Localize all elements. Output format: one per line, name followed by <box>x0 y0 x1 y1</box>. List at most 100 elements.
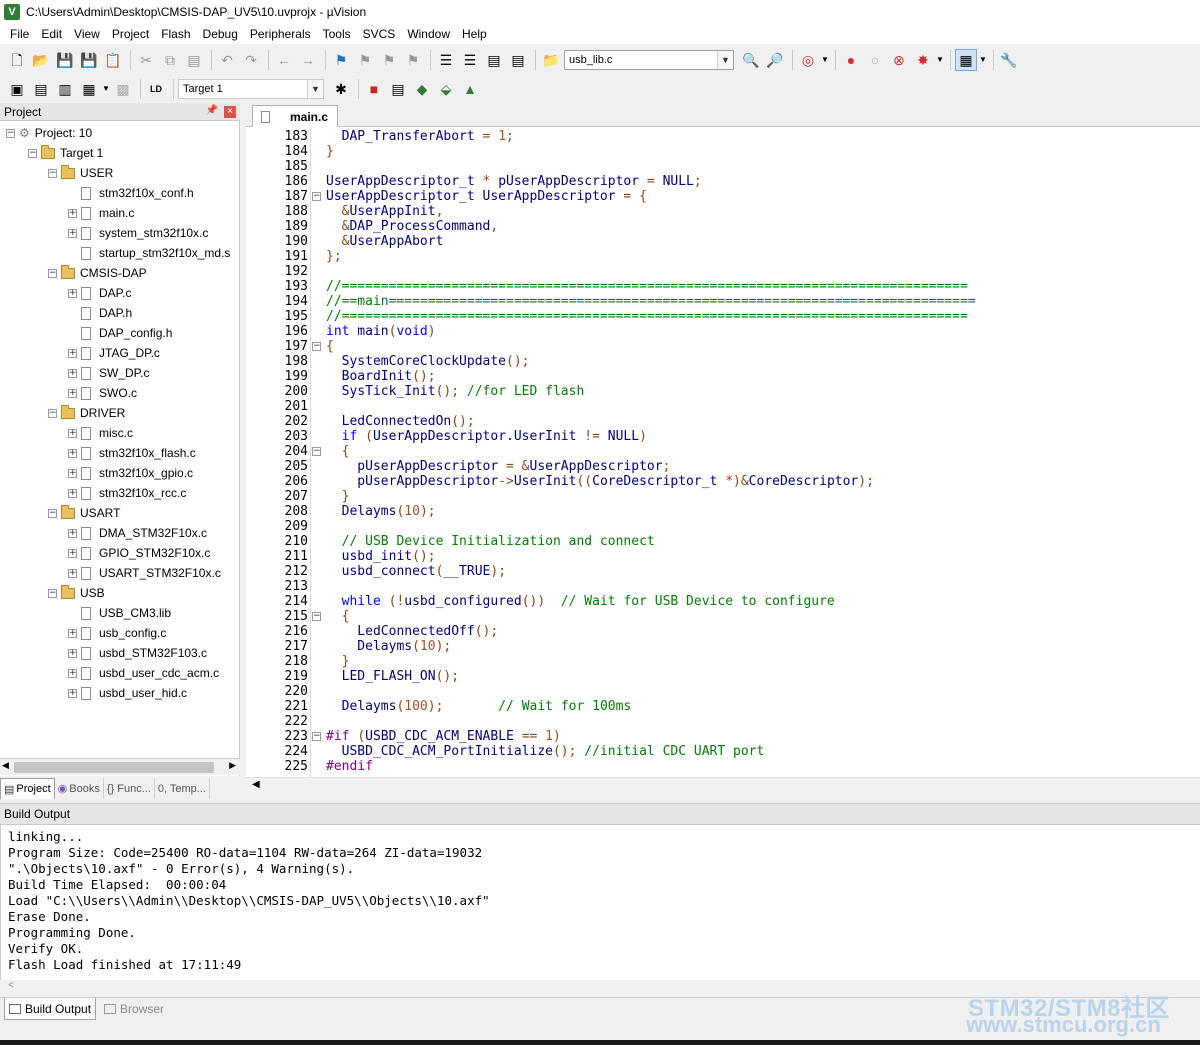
fold-toggle-icon[interactable]: − <box>312 732 321 741</box>
tree-item[interactable]: DAP_config.h <box>68 323 172 343</box>
tree-item[interactable]: − CMSIS-DAP <box>48 263 147 283</box>
tab-browser[interactable]: Browser <box>100 998 168 1020</box>
tree-item[interactable]: − Target 1 <box>28 143 103 163</box>
tree-item[interactable]: + USART_STM32F10x.c <box>68 563 221 583</box>
run-time-env-icon[interactable]: ◆ <box>411 78 433 100</box>
expand-icon[interactable]: + <box>68 368 77 378</box>
tab-functions[interactable]: {} Func... <box>104 778 155 799</box>
tree-item[interactable]: + stm32f10x_rcc.c <box>68 483 186 503</box>
tab-books[interactable]: ◉ Books <box>55 778 104 799</box>
editor-horizontal-scrollbar[interactable]: ◀ <box>246 777 1200 794</box>
collapse-icon[interactable]: − <box>48 588 57 598</box>
menu-item-tools[interactable]: Tools <box>317 24 357 44</box>
tree-item[interactable]: DAP.h <box>68 303 132 323</box>
menu-item-debug[interactable]: Debug <box>197 24 244 44</box>
target-combo[interactable]: Target 1 ▼ <box>178 79 324 99</box>
tree-item[interactable]: + SWO.c <box>68 383 137 403</box>
expand-icon[interactable]: + <box>68 208 77 218</box>
save-all-icon[interactable]: 💾 <box>78 49 100 71</box>
expand-icon[interactable]: + <box>68 528 77 538</box>
project-horizontal-scrollbar[interactable]: ◀ ▶ <box>0 758 240 775</box>
fold-toggle-icon[interactable]: − <box>312 447 321 456</box>
build-output-log[interactable]: linking... Program Size: Code=25400 RO-da… <box>0 825 1200 980</box>
tree-item[interactable]: startup_stm32f10x_md.s <box>68 243 230 263</box>
scroll-left-icon[interactable]: ◀ <box>2 760 9 771</box>
unindent-icon[interactable]: ☰ <box>459 49 481 71</box>
tree-item[interactable]: + system_stm32f10x.c <box>68 223 208 243</box>
menu-item-svcs[interactable]: SVCS <box>357 24 402 44</box>
fold-toggle-icon[interactable]: − <box>312 342 321 351</box>
expand-icon[interactable]: + <box>68 228 77 238</box>
dropdown-arrow-icon[interactable]: ▼ <box>936 49 944 71</box>
next-bookmark-icon[interactable]: ⚑ <box>378 49 400 71</box>
tree-item[interactable]: + stm32f10x_gpio.c <box>68 463 193 483</box>
translate-icon[interactable]: ▣ <box>6 78 28 100</box>
copy-icon[interactable]: ⧉ <box>159 49 181 71</box>
tab-main-c[interactable]: main.c <box>252 105 338 127</box>
download-icon[interactable]: LD <box>145 78 167 100</box>
clear-bookmarks-icon[interactable]: ⚑ <box>402 49 424 71</box>
tree-item[interactable]: − USER <box>48 163 113 183</box>
menu-item-flash[interactable]: Flash <box>155 24 196 44</box>
tree-item[interactable]: + stm32f10x_flash.c <box>68 443 196 463</box>
expand-icon[interactable]: + <box>68 628 77 638</box>
expand-icon[interactable]: + <box>68 648 77 658</box>
manage-components-icon[interactable]: ▤ <box>387 78 409 100</box>
expand-icon[interactable]: + <box>68 448 77 458</box>
chevron-down-icon[interactable]: ▼ <box>717 51 733 69</box>
find-icon[interactable]: 🔍 <box>740 49 762 71</box>
collapse-icon[interactable]: − <box>28 148 37 158</box>
scroll-right-icon[interactable]: ▶ <box>229 760 236 771</box>
fold-toggle-icon[interactable]: − <box>312 612 321 621</box>
tree-item[interactable]: USB_CM3.lib <box>68 603 171 623</box>
nav-forward-icon[interactable]: → <box>297 49 319 71</box>
select-software-packs-icon[interactable]: ⬙ <box>435 78 457 100</box>
tab-templates[interactable]: 0, Temp... <box>155 778 210 799</box>
tree-item[interactable]: + usb_config.c <box>68 623 166 643</box>
collapse-icon[interactable]: − <box>48 268 57 278</box>
build-icon[interactable]: ▤ <box>30 78 52 100</box>
nav-back-icon[interactable]: ← <box>273 49 295 71</box>
comment-icon[interactable]: ▤ <box>483 49 505 71</box>
expand-icon[interactable]: + <box>68 468 77 478</box>
menu-item-project[interactable]: Project <box>106 24 155 44</box>
tree-item[interactable]: + main.c <box>68 203 134 223</box>
collapse-icon[interactable]: − <box>48 408 57 418</box>
tree-item[interactable]: + usbd_user_cdc_acm.c <box>68 663 219 683</box>
expand-icon[interactable]: + <box>68 668 77 678</box>
expand-icon[interactable]: + <box>68 288 77 298</box>
tab-project[interactable]: ▤ Project <box>0 778 55 799</box>
stop-build-icon[interactable]: ▩ <box>112 78 134 100</box>
tree-item[interactable]: + SW_DP.c <box>68 363 149 383</box>
close-icon[interactable]: × <box>224 106 236 118</box>
tree-item[interactable]: + usbd_user_hid.c <box>68 683 187 703</box>
expand-icon[interactable]: + <box>68 548 77 558</box>
find-in-files-icon[interactable]: 📁 <box>540 49 562 71</box>
scroll-thumb[interactable] <box>14 762 214 773</box>
tree-item[interactable]: + DMA_STM32F10x.c <box>68 523 207 543</box>
kill-all-breakpoints-icon[interactable]: ✸ <box>912 49 934 71</box>
expand-icon[interactable]: + <box>68 688 77 698</box>
menu-item-peripherals[interactable]: Peripherals <box>244 24 317 44</box>
menu-item-window[interactable]: Window <box>401 24 456 44</box>
tree-item[interactable]: − USART <box>48 503 120 523</box>
code-editor[interactable]: 183 184 185 186 187 188 189 190 191 192 193 194 195 1… <box>246 127 1200 777</box>
window-layout-icon[interactable]: ▦ <box>955 49 977 71</box>
pin-icon[interactable]: 📌 <box>206 105 218 116</box>
bookmark-icon[interactable]: ⚑ <box>330 49 352 71</box>
new-file-icon[interactable]: 🗋 <box>6 49 28 71</box>
dropdown-arrow-icon[interactable]: ▼ <box>102 78 110 100</box>
tree-item[interactable]: − ⚙ Project: 10 <box>6 123 92 143</box>
expand-icon[interactable]: + <box>68 428 77 438</box>
save-icon[interactable]: 💾 <box>54 49 76 71</box>
tree-item[interactable]: + DAP.c <box>68 283 131 303</box>
dropdown-arrow-icon[interactable]: ▼ <box>979 49 987 71</box>
dropdown-arrow-icon[interactable]: ▼ <box>821 49 829 71</box>
tree-item[interactable]: + usbd_STM32F103.c <box>68 643 207 663</box>
collapse-icon[interactable]: − <box>48 508 57 518</box>
uncomment-icon[interactable]: ▤ <box>507 49 529 71</box>
prev-bookmark-icon[interactable]: ⚑ <box>354 49 376 71</box>
menu-item-file[interactable]: File <box>4 24 35 44</box>
find-combo[interactable]: usb_lib.c ▼ <box>564 50 734 70</box>
breakpoint-icon[interactable]: ● <box>840 49 862 71</box>
